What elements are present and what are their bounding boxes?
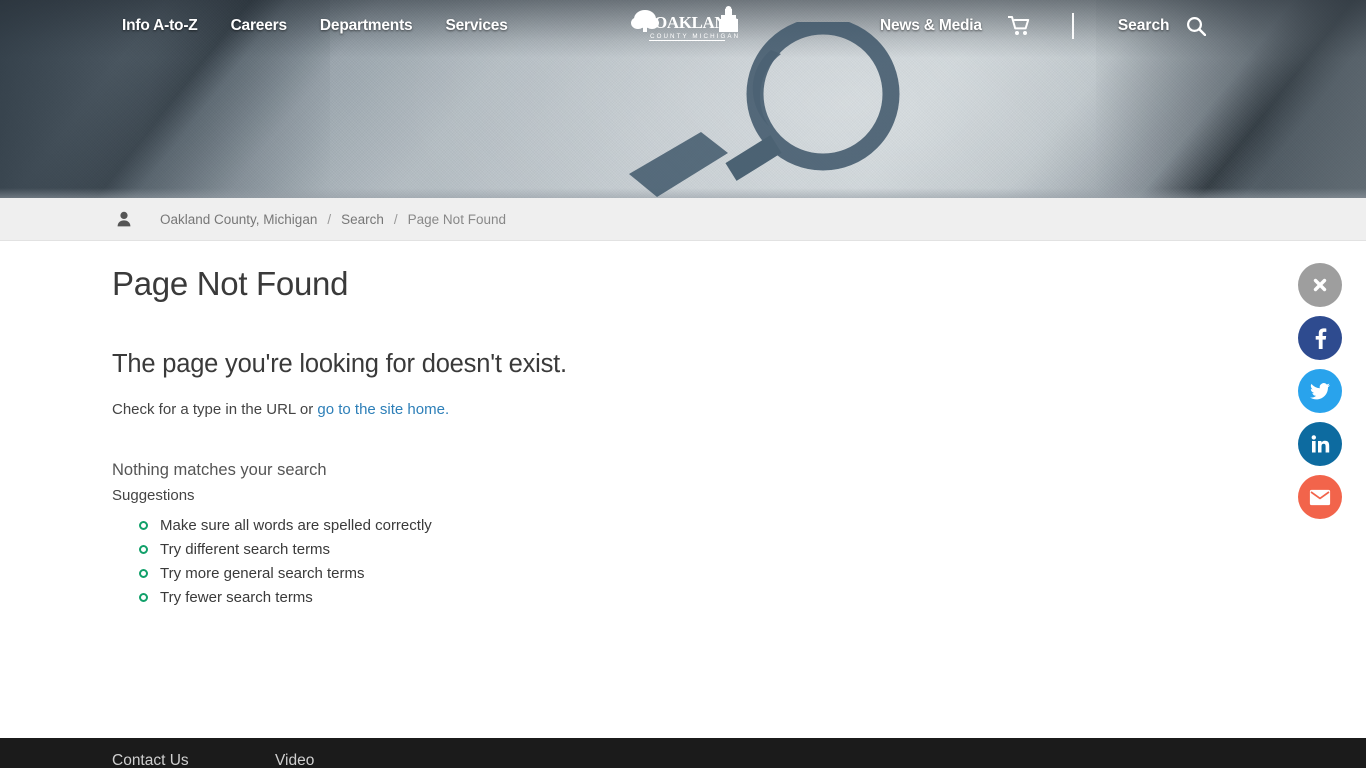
site-footer: Contact Us Video (0, 738, 1366, 768)
suggestions-heading: Suggestions (112, 487, 195, 504)
footer-column-contact: Contact Us (112, 752, 275, 768)
close-icon (1312, 277, 1328, 293)
footer-heading-video[interactable]: Video (275, 752, 314, 768)
site-home-link[interactable]: go to the site home. (317, 401, 449, 418)
linkedin-share-button[interactable] (1298, 422, 1342, 466)
bullet-circle-icon (139, 568, 148, 578)
twitter-icon (1309, 380, 1331, 402)
main-content: Page Not Found The page you're looking f… (0, 241, 1366, 738)
error-headline: The page you're looking for doesn't exis… (112, 350, 567, 378)
list-item-label: Try fewer search terms (160, 588, 313, 606)
list-item: Try more general search terms (112, 561, 1366, 585)
error-help-text: Check for a type in the URL or go to the… (112, 401, 1366, 418)
main-navigation: Info A-to-Z Careers Departments Services (0, 0, 1366, 52)
bullet-circle-icon (139, 520, 148, 530)
suggestions-list: Make sure all words are spelled correctl… (112, 513, 1366, 609)
user-icon[interactable] (117, 211, 131, 227)
hero-banner: Info A-to-Z Careers Departments Services (0, 0, 1366, 198)
error-help-prefix: Check for a type in the URL or (112, 401, 318, 418)
list-item-label: Make sure all words are spelled correctl… (160, 516, 432, 534)
envelope-icon (1309, 489, 1331, 506)
breadcrumb-items: Oakland County, Michigan / Search / Page… (160, 212, 506, 227)
nav-divider (1071, 13, 1074, 39)
footer-columns: Contact Us Video (112, 738, 1366, 768)
search-label[interactable]: Search (1118, 17, 1170, 35)
oakland-county-logo[interactable]: OAKLAND COUNTY MICHIGAN (628, 6, 740, 42)
page-title: Page Not Found (112, 265, 349, 302)
secondary-nav: News & Media Search (880, 0, 1206, 52)
twitter-share-button[interactable] (1298, 369, 1342, 413)
list-item: Try different search terms (112, 537, 1366, 561)
facebook-icon (1309, 327, 1331, 349)
list-item-label: Try more general search terms (160, 564, 365, 582)
shopping-cart-icon[interactable] (1006, 16, 1030, 36)
search-icon[interactable] (1186, 16, 1206, 37)
list-item: Try fewer search terms (112, 585, 1366, 609)
email-share-button[interactable] (1298, 475, 1342, 519)
primary-nav-links: Info A-to-Z Careers Departments Services (122, 17, 508, 35)
footer-heading-contact-us[interactable]: Contact Us (112, 752, 275, 768)
facebook-share-button[interactable] (1298, 316, 1342, 360)
breadcrumb-item-current: Page Not Found (407, 211, 506, 227)
close-share-button[interactable] (1298, 263, 1342, 307)
nav-link-info-a-to-z[interactable]: Info A-to-Z (122, 17, 198, 35)
bullet-circle-icon (139, 592, 148, 602)
list-item-label: Try different search terms (160, 540, 331, 558)
nav-link-news-media[interactable]: News & Media (880, 17, 982, 35)
breadcrumb-item-home[interactable]: Oakland County, Michigan (160, 212, 317, 227)
nav-link-services[interactable]: Services (445, 17, 507, 35)
bullet-circle-icon (139, 544, 148, 554)
linkedin-icon (1309, 433, 1331, 455)
no-match-text: Nothing matches your search (112, 461, 327, 479)
breadcrumb: Oakland County, Michigan / Search / Page… (0, 198, 1366, 241)
logo-wordmark: OAKLAND (654, 13, 738, 32)
nav-link-careers[interactable]: Careers (231, 17, 288, 35)
nav-link-departments[interactable]: Departments (320, 17, 413, 35)
list-item: Make sure all words are spelled correctl… (112, 513, 1366, 537)
footer-column-video: Video (275, 752, 314, 768)
logo-tagline: COUNTY MICHIGAN (650, 33, 740, 40)
breadcrumb-item-search[interactable]: Search (341, 212, 384, 227)
breadcrumb-separator: / (393, 211, 398, 227)
social-share-rail (1298, 263, 1342, 519)
breadcrumb-separator: / (327, 211, 332, 227)
